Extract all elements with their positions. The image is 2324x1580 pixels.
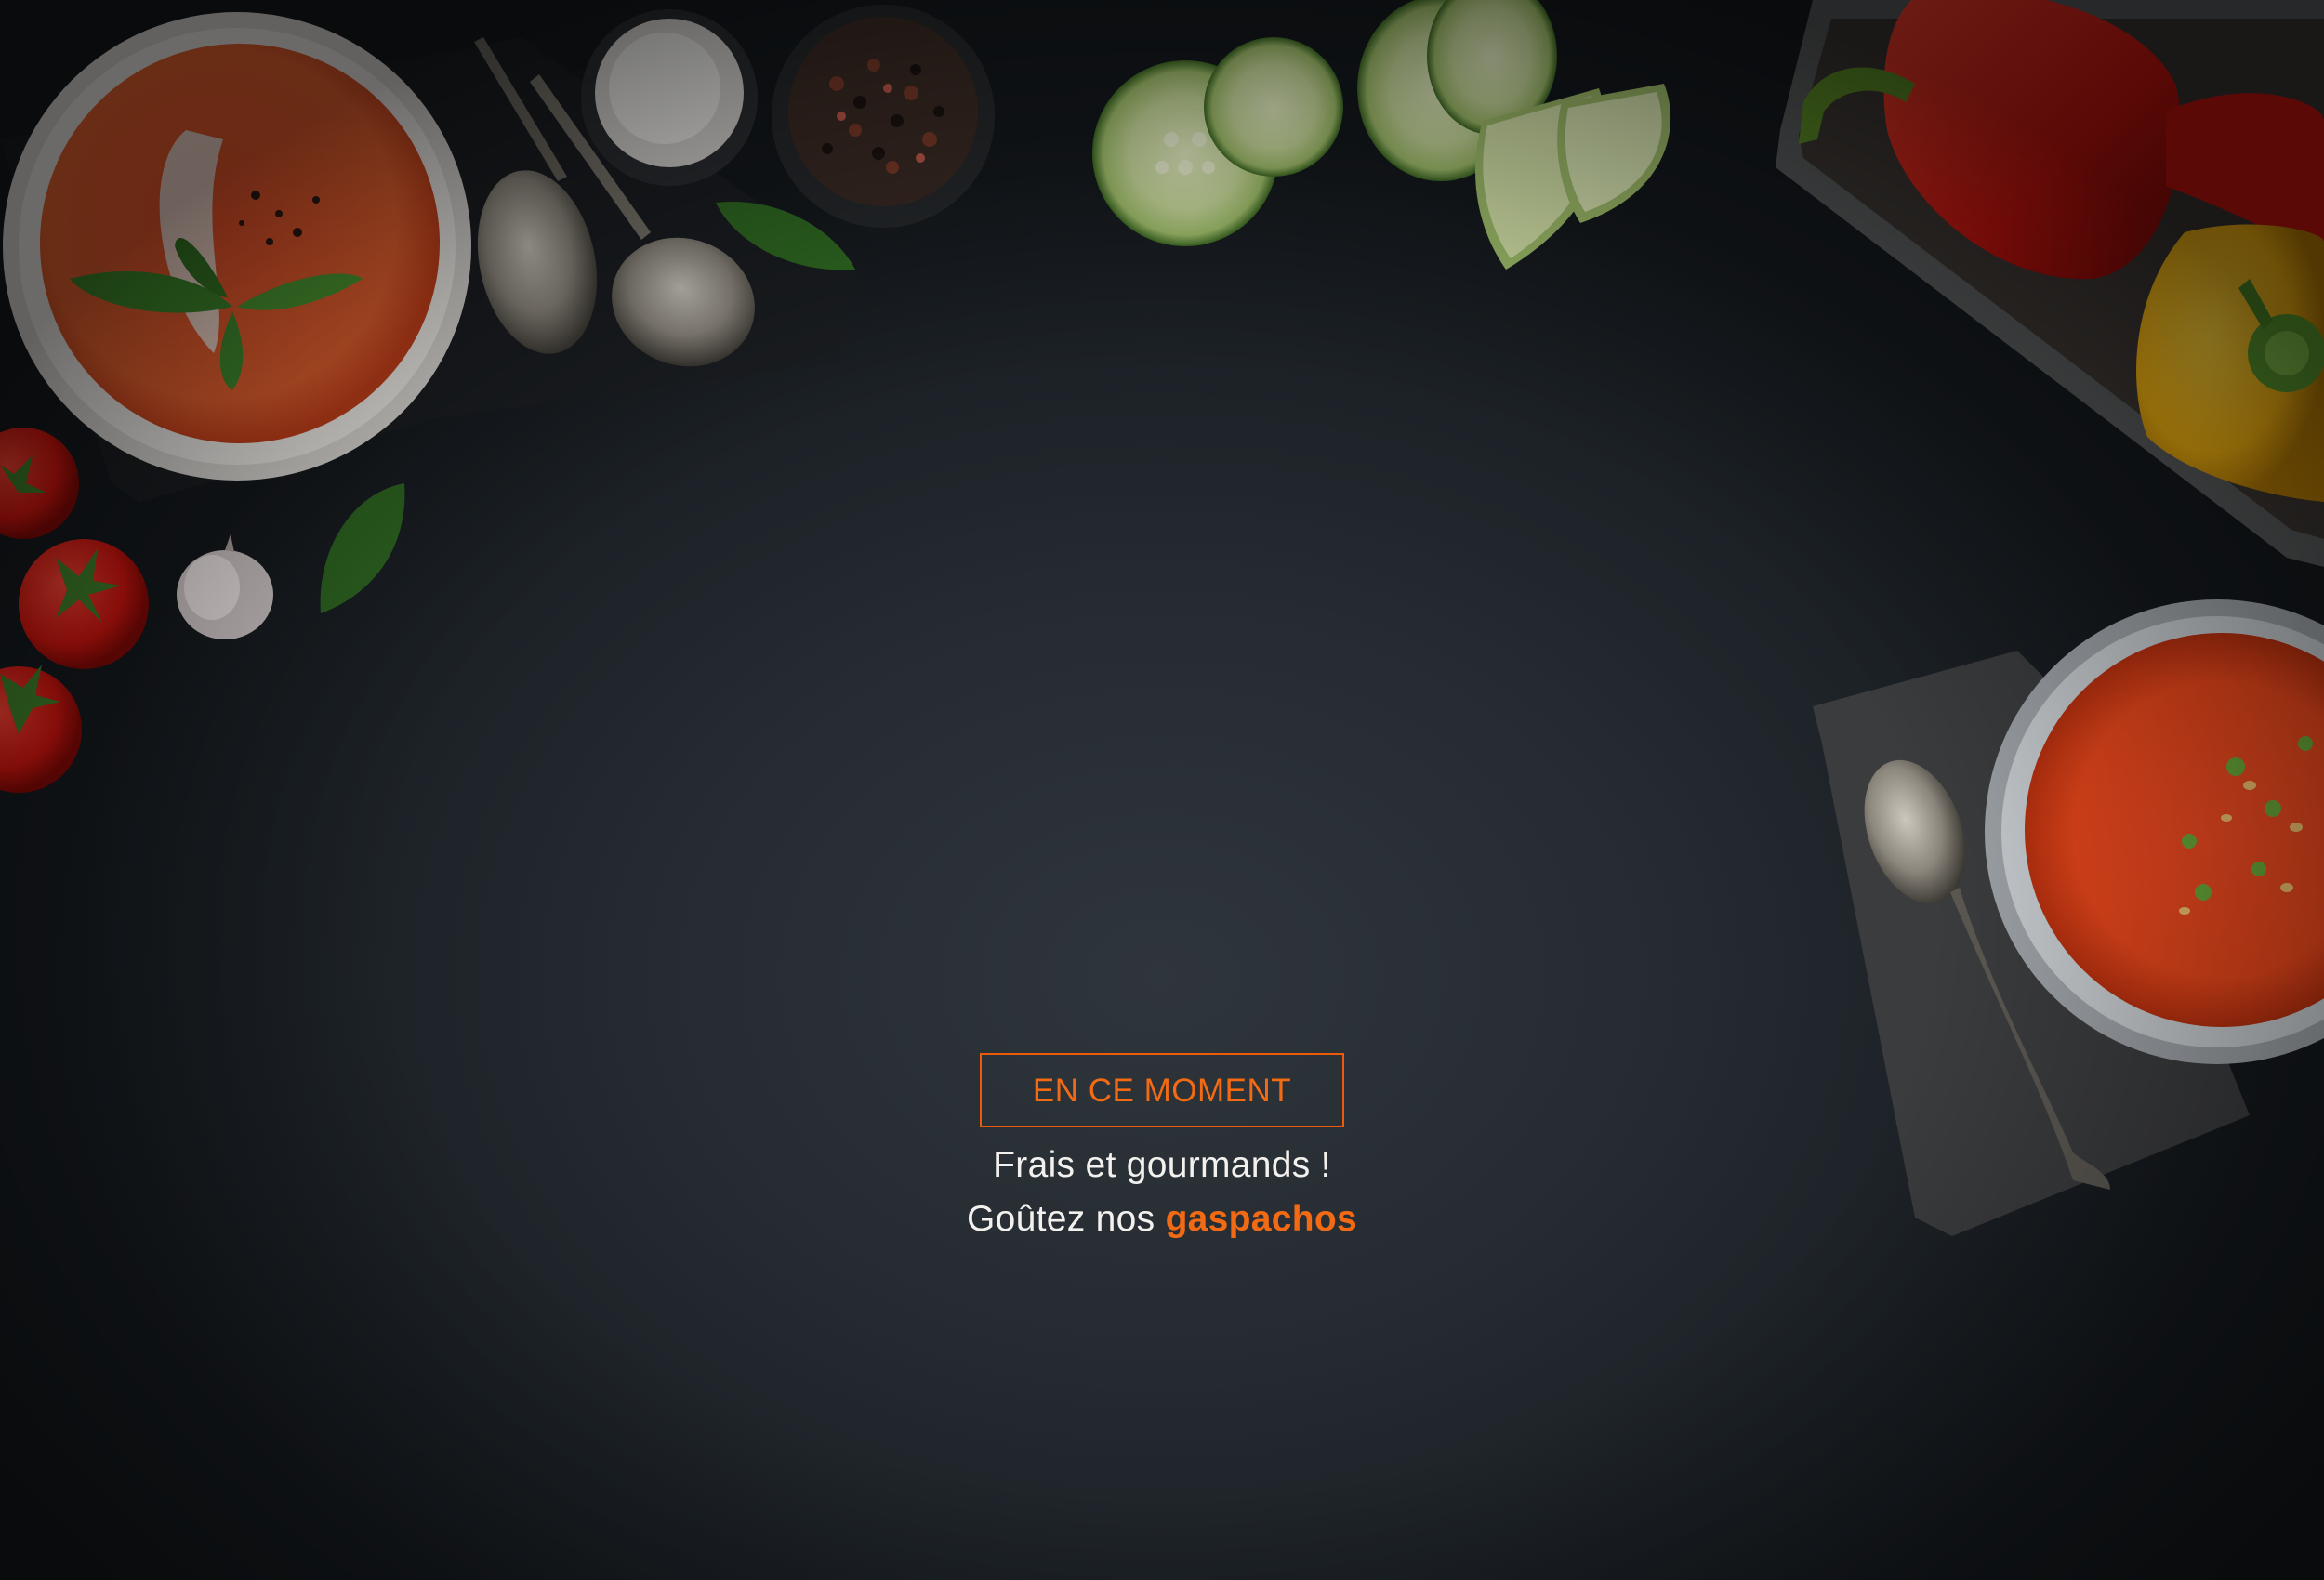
gazpacho-bowl-icon xyxy=(3,12,471,481)
tagline: Frais et gourmands ! xyxy=(993,1145,1331,1185)
hero-section: EN CE MOMENT Frais et gourmands ! Goûtez… xyxy=(0,0,2324,1580)
promo-text: Goûtez nos gaspachos xyxy=(0,1192,2324,1246)
gaspachos-link[interactable]: gaspachos xyxy=(1166,1199,1357,1239)
promo-block: EN CE MOMENT Frais et gourmands ! Goûtez… xyxy=(0,1053,2324,1246)
bell-pepper-icon xyxy=(1776,0,2324,567)
food-decoration xyxy=(0,0,2324,1236)
peppercorn-bowl-icon xyxy=(772,5,995,228)
promo-text-prefix: Goûtez nos xyxy=(966,1199,1166,1239)
cucumber-slice-icon xyxy=(1092,0,1671,270)
en-ce-moment-badge[interactable]: EN CE MOMENT xyxy=(980,1053,1344,1127)
garlic-icon xyxy=(177,534,273,639)
salt-bowl-icon xyxy=(581,9,758,186)
